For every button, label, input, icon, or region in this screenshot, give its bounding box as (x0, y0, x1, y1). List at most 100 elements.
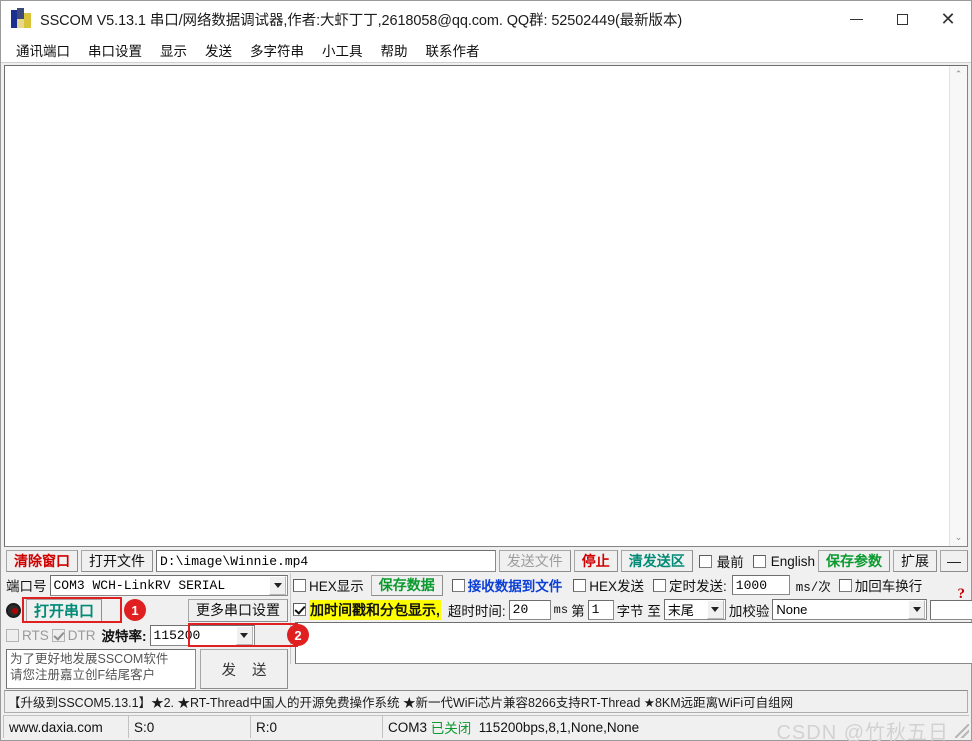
status-received-count: R:0 (250, 715, 382, 738)
extend-button[interactable]: 扩展 (893, 550, 937, 572)
timed-send-checkbox[interactable] (653, 578, 667, 592)
menu-item-display[interactable]: 显示 (151, 38, 196, 62)
maximize-button[interactable] (879, 1, 925, 37)
status-port: COM3 (388, 719, 428, 735)
close-button[interactable]: ✕ (925, 1, 971, 37)
port-row: 端口号 COM3 WCH-LinkRV SERIAL (6, 573, 288, 597)
clear-window-button[interactable]: 清除窗口 (6, 550, 78, 572)
serial-settings-column: 端口号 COM3 WCH-LinkRV SERIAL 打开串口 更多串口设置 1… (3, 573, 309, 689)
crlf-label: 加回车换行 (854, 579, 923, 594)
options-row-1: HEX显示 保存数据 接收数据到文件 HEX发送 定时发送: 1000 ms/次… (293, 573, 972, 597)
timestamp-checkbox[interactable] (293, 603, 306, 616)
send-note-row: 为了更好地发展SSCOM软件 请您注册嘉立创F结尾客户 发 送 (6, 647, 288, 689)
byte-prefix-label: 第 (571, 603, 585, 619)
rts-label: RTS (22, 627, 49, 643)
timed-send-interval-input[interactable]: 1000 (731, 575, 790, 595)
status-bar: www.daxia.com S:0 R:0 COM3 已关闭 115200bps… (1, 714, 971, 741)
receive-area-wrapper: ⌃ ⌄ (1, 63, 971, 548)
port-status-led-icon (6, 602, 21, 618)
registration-note: 为了更好地发展SSCOM软件 请您注册嘉立创F结尾客户 (6, 649, 196, 689)
send-text-area[interactable] (295, 622, 972, 664)
timed-send-label: 定时发送: (669, 579, 727, 594)
ad-banner[interactable]: 【升级到SSCOM5.13.1】★2. ★RT-Thread中国人的开源免费操作… (4, 690, 968, 713)
options-row-2: 加时间戳和分包显示, 超时时间: 20 ms 第 1 字节 至 末尾 加校验 N… (293, 597, 972, 622)
scroll-up-icon[interactable]: ⌃ (950, 66, 967, 83)
sscom-app-icon (11, 8, 33, 30)
timeout-label: 超时时间: (447, 603, 506, 619)
menu-item-tools[interactable]: 小工具 (313, 38, 372, 62)
menu-item-send[interactable]: 发送 (196, 38, 241, 62)
save-params-button[interactable]: 保存参数 (818, 550, 890, 572)
open-port-button[interactable]: 打开串口 (26, 598, 103, 622)
recv-to-file-checkbox[interactable] (451, 578, 465, 592)
baud-select[interactable]: 115200 (149, 624, 255, 646)
file-toolbar-row: 清除窗口 打开文件 D:\image\Winnie.mp4 发送文件 停止 清发… (3, 548, 969, 573)
chevron-down-icon[interactable] (269, 575, 286, 595)
options-column: HEX显示 保存数据 接收数据到文件 HEX发送 定时发送: 1000 ms/次… (290, 573, 972, 664)
byte-end-select[interactable]: 末尾 (663, 599, 726, 620)
timeout-input[interactable]: 20 (508, 599, 551, 620)
chevron-down-icon[interactable] (908, 600, 926, 619)
save-data-button[interactable]: 保存数据 (370, 574, 443, 596)
chevron-down-icon[interactable] (235, 625, 253, 645)
status-sent-count: S:0 (128, 715, 250, 738)
hex-send-checkbox[interactable] (573, 578, 587, 592)
topmost-checkbox[interactable] (698, 554, 712, 568)
checksum-select[interactable]: None (772, 599, 928, 620)
baud-label: 波特率: (101, 629, 147, 644)
title-bar: SSCOM V5.13.1 串口/网络数据调试器,作者:大虾丁丁,2618058… (1, 1, 971, 37)
settings-area: 端口号 COM3 WCH-LinkRV SERIAL 打开串口 更多串口设置 1… (3, 573, 972, 689)
status-connection-info: COM3 已关闭 115200bps,8,1,None,None (382, 715, 969, 738)
stop-button[interactable]: 停止 (573, 550, 618, 572)
chevron-down-icon[interactable] (706, 600, 724, 619)
english-checkbox[interactable] (752, 554, 766, 568)
clear-send-area-button[interactable]: 清发送区 (620, 550, 693, 572)
recv-to-file-label: 接收数据到文件 (467, 579, 563, 594)
receive-box: ⌃ ⌄ (4, 65, 968, 547)
timed-send-unit-label: ms/次 (795, 580, 831, 595)
open-file-button[interactable]: 打开文件 (81, 550, 153, 572)
file-path-input[interactable]: D:\image\Winnie.mp4 (156, 550, 496, 572)
status-url[interactable]: www.daxia.com (3, 715, 128, 738)
receive-text[interactable] (5, 66, 949, 546)
window-title: SSCOM V5.13.1 串口/网络数据调试器,作者:大虾丁丁,2618058… (40, 12, 683, 29)
timestamp-label: 加时间戳和分包显示, (309, 599, 441, 620)
port-label: 端口号 (6, 579, 47, 594)
more-serial-settings-button[interactable]: 更多串口设置 (188, 598, 288, 622)
port-value: COM3 WCH-LinkRV SERIAL (53, 577, 226, 593)
send-button[interactable]: 发 送 (200, 649, 288, 689)
menu-item-help[interactable]: 帮助 (372, 38, 417, 62)
checksum-value: None (776, 602, 808, 617)
menu-item-contact-author[interactable]: 联系作者 (417, 38, 489, 62)
hex-display-label: HEX显示 (309, 579, 364, 594)
crlf-checkbox[interactable] (838, 578, 852, 592)
rts-checkbox[interactable] (6, 628, 19, 642)
send-file-button[interactable]: 发送文件 (498, 550, 571, 572)
english-label: English (770, 553, 815, 569)
open-port-row: 打开串口 更多串口设置 1 (6, 597, 288, 623)
byte-index-input[interactable]: 1 (587, 599, 614, 620)
receive-scrollbar[interactable]: ⌃ ⌄ (949, 66, 967, 546)
port-select[interactable]: COM3 WCH-LinkRV SERIAL (49, 574, 288, 596)
control-panel: 清除窗口 打开文件 D:\image\Winnie.mp4 发送文件 停止 清发… (1, 548, 972, 689)
baud-value: 115200 (153, 627, 201, 643)
dtr-checkbox[interactable] (51, 628, 65, 642)
help-question-icon[interactable]: ? (958, 586, 966, 603)
menu-item-serial-settings[interactable]: 串口设置 (79, 38, 151, 62)
dtr-label: DTR (67, 627, 96, 643)
scrollbar-track[interactable] (950, 83, 967, 529)
scroll-down-icon[interactable]: ⌄ (950, 529, 967, 546)
resize-grip-icon[interactable] (955, 724, 969, 738)
byte-end-value: 末尾 (667, 603, 694, 618)
checksum-label: 加校验 (728, 603, 770, 619)
hex-display-checkbox[interactable] (293, 578, 306, 592)
baud-row: RTS DTR 波特率: 115200 2 (6, 623, 309, 647)
checksum-extra-input[interactable] (930, 599, 972, 620)
collapse-button[interactable]: — (940, 550, 968, 572)
timeout-unit-label: ms (553, 602, 569, 617)
menu-item-comm-port[interactable]: 通讯端口 (7, 38, 79, 62)
minimize-button[interactable] (833, 1, 879, 37)
menu-bar: 通讯端口 串口设置 显示 发送 多字符串 小工具 帮助 联系作者 (1, 37, 971, 63)
menu-item-multi-string[interactable]: 多字符串 (241, 38, 313, 62)
topmost-label: 最前 (716, 555, 744, 570)
